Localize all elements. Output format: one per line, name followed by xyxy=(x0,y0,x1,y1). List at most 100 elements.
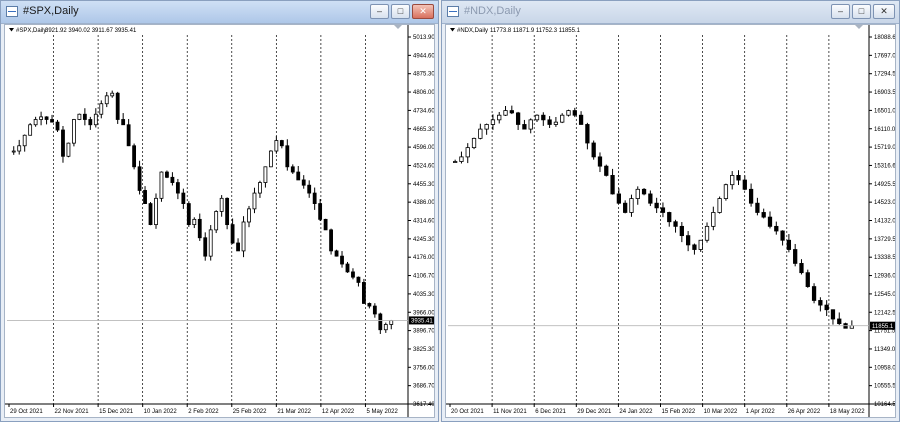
candle-body xyxy=(478,128,483,139)
candle-body xyxy=(698,239,703,250)
price-tick-label: 4524.60 xyxy=(413,163,435,169)
candle-body xyxy=(334,250,339,257)
candle-body xyxy=(28,124,33,136)
candle-body xyxy=(780,230,785,241)
price-tick-label: 15316.6 xyxy=(874,163,896,169)
price-tick-label: 4314.60 xyxy=(413,219,435,225)
close-button[interactable]: ✕ xyxy=(412,4,434,19)
candle-body xyxy=(197,218,202,239)
candle-body xyxy=(560,114,565,123)
candle-body xyxy=(824,304,829,311)
maximize-button[interactable]: □ xyxy=(391,4,410,19)
scroll-marker-icon xyxy=(855,25,863,29)
minimize-button[interactable]: – xyxy=(831,4,850,19)
candle-body xyxy=(372,305,377,315)
candle-body xyxy=(679,225,684,237)
date-tick-label: 5 May 2022 xyxy=(366,409,398,415)
candle-body xyxy=(323,218,328,231)
candle-body xyxy=(566,110,571,116)
ndx-chart-area[interactable]: 18088.6 17697.0 17294.5 16903.5 16501.0 16110… xyxy=(445,24,896,418)
date-tick-label: 26 Apr 2022 xyxy=(788,409,821,415)
price-tick-label: 12545.0 xyxy=(874,292,896,298)
candle-body xyxy=(805,272,810,287)
candle-body xyxy=(767,216,773,227)
candle-body xyxy=(793,249,798,264)
candle-body xyxy=(115,92,120,120)
spx-title-bar[interactable]: #SPX,Daily – □ ✕ xyxy=(1,1,438,24)
candle-body xyxy=(351,271,355,278)
ohlc-values-label: 3921.92 3940.02 3911.67 3935.41 xyxy=(45,28,137,34)
candle-body xyxy=(692,244,697,250)
maximize-button[interactable]: □ xyxy=(852,4,871,19)
candle-body xyxy=(604,165,609,176)
candle-body xyxy=(471,137,477,149)
spx-window-title: #SPX,Daily xyxy=(23,5,79,17)
price-tick-label: 15719.0 xyxy=(874,145,896,151)
candle-body xyxy=(39,116,43,120)
price-tick-label: 10164.5 xyxy=(874,402,896,408)
price-tick-label: 4875.30 xyxy=(413,72,435,78)
price-tick-label: 13729.5 xyxy=(874,237,896,243)
candle-body xyxy=(88,119,93,126)
date-tick-label: 24 Jan 2022 xyxy=(619,409,653,415)
candle-body xyxy=(629,198,634,213)
price-tick-label: 18088.6 xyxy=(874,35,896,41)
ndx-chart-window[interactable]: #NDX,Daily – □ ✕ 18088.6 17697.0 17294.5 16… xyxy=(441,0,900,422)
minimize-button[interactable]: – xyxy=(370,4,389,19)
candle-body xyxy=(77,113,82,120)
date-tick-label: 29 Dec 2021 xyxy=(577,409,612,415)
price-tick-label: 10958.0 xyxy=(874,365,896,371)
candle-body xyxy=(541,114,546,121)
price-tick-label: 3617.40 xyxy=(413,402,435,408)
spx-chart-window[interactable]: #SPX,Daily – □ ✕ 5013.90 4944.60 4875.30 48… xyxy=(0,0,439,422)
close-button[interactable]: ✕ xyxy=(873,4,895,19)
date-tick-label: 10 Mar 2022 xyxy=(704,409,738,415)
dropdown-triangle-icon xyxy=(9,28,14,32)
candle-body xyxy=(528,119,533,130)
spx-candlestick-chart[interactable]: 5013.90 4944.60 4875.30 4806.00 4734.60 4665.… xyxy=(5,25,435,418)
candle-body xyxy=(367,303,372,307)
ndx-candlestick-chart[interactable]: 18088.6 17697.0 17294.5 16903.5 16501.0 16110… xyxy=(446,25,896,418)
candle-body xyxy=(236,242,240,252)
chart-window-icon xyxy=(447,6,459,17)
candle-body xyxy=(50,119,54,123)
date-tick-label: 11 Nov 2021 xyxy=(493,409,527,415)
candle-body xyxy=(55,121,60,131)
candle-body xyxy=(110,92,115,97)
date-tick-label: 22 Nov 2021 xyxy=(55,409,90,415)
candle-body xyxy=(126,124,131,147)
candle-body xyxy=(667,212,672,223)
candle-body xyxy=(121,119,126,126)
price-tick-label: 16903.5 xyxy=(874,90,896,96)
candle-body xyxy=(635,188,640,199)
candle-body xyxy=(22,134,27,147)
candle-body xyxy=(572,110,577,116)
price-tick-label: 16501.0 xyxy=(874,108,896,114)
candle-body xyxy=(44,116,49,120)
price-tick-label: 4734.60 xyxy=(413,108,435,114)
candle-body xyxy=(33,119,38,126)
candle-body xyxy=(104,95,109,105)
candle-body xyxy=(290,166,295,173)
candle-body xyxy=(170,176,175,183)
date-tick-label: 20 Oct 2021 xyxy=(451,409,484,415)
candle-body xyxy=(641,188,647,195)
candle-body xyxy=(307,184,312,194)
candle-body xyxy=(66,142,71,157)
date-tick-label: 15 Feb 2022 xyxy=(662,409,696,415)
scroll-marker-icon xyxy=(394,25,402,29)
price-tick-label: 17294.5 xyxy=(874,72,896,78)
ndx-title-bar[interactable]: #NDX,Daily – □ ✕ xyxy=(442,1,899,24)
price-tick-label: 10555.5 xyxy=(874,384,896,390)
candle-body xyxy=(214,211,219,231)
candle-body xyxy=(761,212,766,218)
candle-body xyxy=(704,225,710,241)
candle-body xyxy=(219,197,224,212)
candle-body xyxy=(597,156,603,167)
price-tick-label: 4176.00 xyxy=(413,255,435,261)
dropdown-triangle-icon xyxy=(450,28,455,32)
candle-body xyxy=(837,318,842,325)
spx-chart-area[interactable]: 5013.90 4944.60 4875.30 4806.00 4734.60 4665.… xyxy=(4,24,435,418)
price-tick-label: 3825.30 xyxy=(413,347,435,353)
candle-body xyxy=(711,212,716,227)
